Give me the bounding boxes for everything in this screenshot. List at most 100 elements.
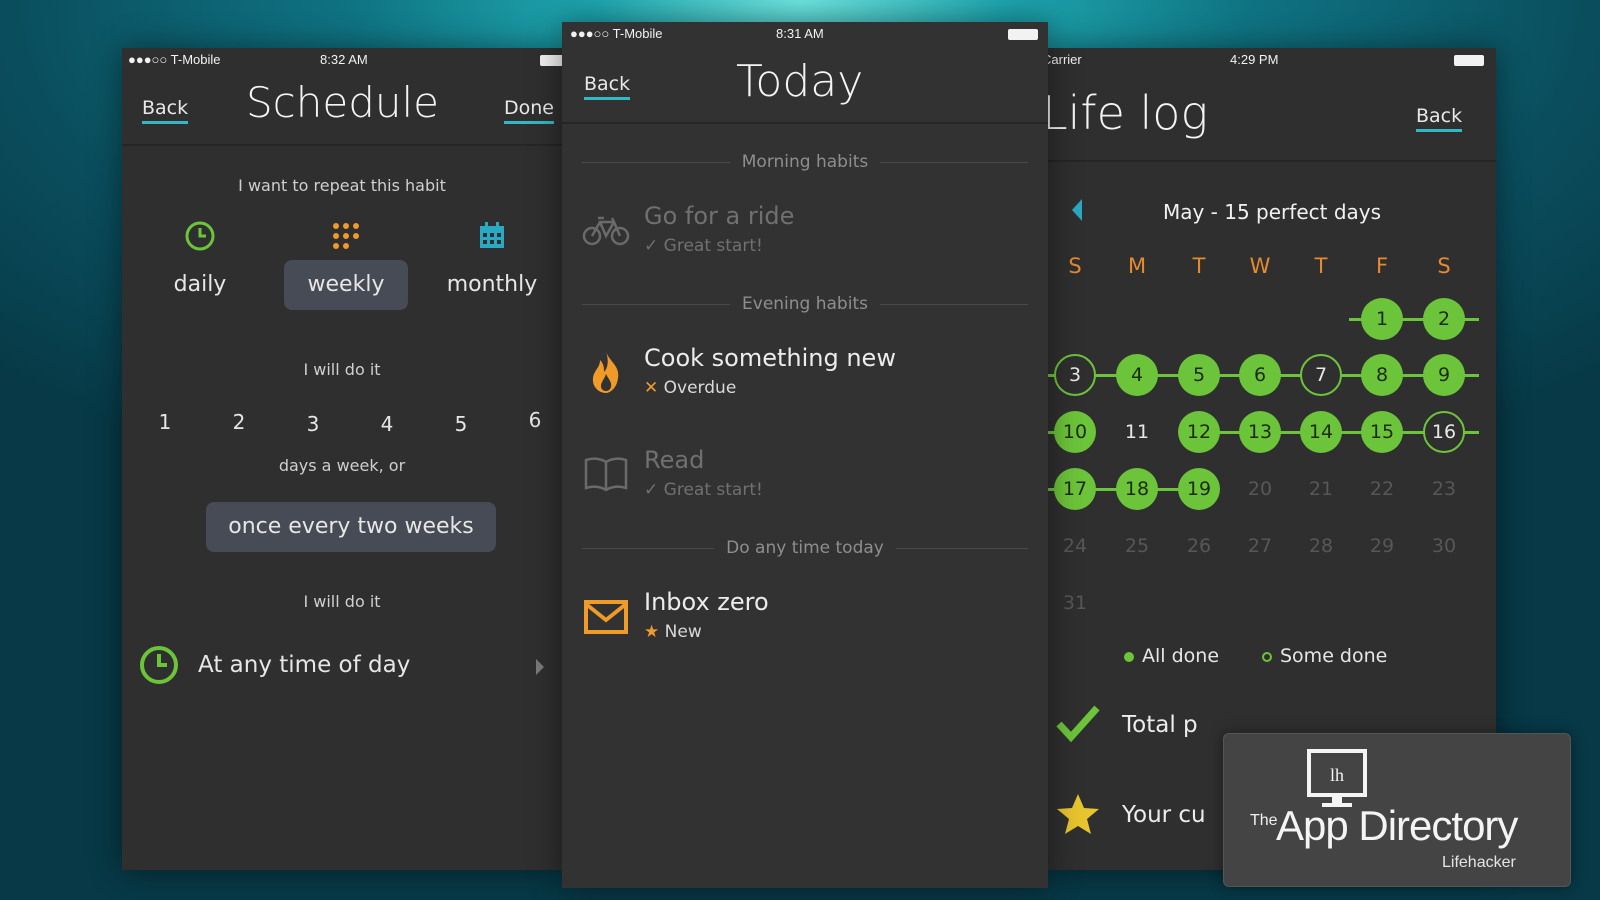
- status-time: 8:32 AM: [320, 52, 368, 67]
- day-count-option[interactable]: 6: [520, 408, 550, 432]
- battery-icon: [1008, 29, 1038, 40]
- calendar-day-21[interactable]: 21: [1300, 468, 1342, 510]
- badge-title: App Directory: [1276, 802, 1518, 849]
- envelope-icon: [584, 600, 628, 634]
- calendar-day-5[interactable]: 5: [1178, 354, 1220, 396]
- current-streak-label: Your cu: [1122, 802, 1206, 828]
- calendar-day-3[interactable]: 3: [1054, 354, 1096, 396]
- schedule-screen: ●●●○○ T-Mobile 8:32 AM Back Schedule Don…: [122, 48, 562, 870]
- weekday-label: S: [1068, 254, 1082, 278]
- habit-name: Go for a ride: [644, 202, 795, 230]
- back-button[interactable]: Back: [1416, 106, 1463, 132]
- time-section-label: I will do it: [303, 592, 381, 611]
- star-icon: ★: [644, 622, 665, 642]
- clock-icon: [140, 646, 178, 684]
- calendar-day-26[interactable]: 26: [1178, 525, 1220, 567]
- back-button[interactable]: Back: [142, 98, 189, 124]
- page-title: Schedule: [246, 78, 439, 127]
- habit-cook-something-new[interactable]: Cook something new ✕ Overdue: [582, 344, 1028, 424]
- calendar-day-10[interactable]: 10: [1054, 411, 1096, 453]
- header-divider: [562, 122, 1048, 124]
- interval-option-button[interactable]: once every two weeks: [206, 502, 496, 552]
- month-label: May - 15 perfect days: [1162, 200, 1382, 224]
- weekday-label: M: [1127, 254, 1147, 278]
- today-screen: ●●●○○ T-Mobile 8:31 AM Back Today Mornin…: [562, 22, 1048, 888]
- flame-icon: [592, 352, 619, 393]
- calendar-day-2[interactable]: 2: [1423, 298, 1465, 340]
- calendar-day-29[interactable]: 29: [1361, 525, 1403, 567]
- will-do-label: I will do it: [303, 360, 381, 379]
- habit-status: ★ New: [644, 622, 702, 642]
- status-time: 4:29 PM: [1230, 52, 1279, 67]
- weekday-label: W: [1249, 254, 1271, 278]
- calendar-day-16[interactable]: 16: [1423, 411, 1465, 453]
- status-bar: ●●●○○ T-Mobile 8:31 AM: [562, 22, 1048, 46]
- calendar-day-12[interactable]: 12: [1178, 411, 1220, 453]
- calendar-day-11[interactable]: 11: [1116, 411, 1158, 453]
- day-count-option[interactable]: 4: [372, 412, 402, 436]
- time-of-day-row[interactable]: At any time of day: [122, 638, 562, 690]
- calendar-day-1[interactable]: 1: [1361, 298, 1403, 340]
- repeat-label: I want to repeat this habit: [238, 176, 446, 195]
- calendar-day-14[interactable]: 14: [1300, 411, 1342, 453]
- check-icon: ✓: [644, 480, 664, 500]
- habit-status: ✓ Great start!: [644, 236, 763, 256]
- legend-some-done: Some done: [1262, 645, 1387, 667]
- frequency-monthly[interactable]: monthly: [430, 260, 554, 310]
- habit-go-for-a-ride[interactable]: Go for a ride ✓ Great start!: [582, 202, 1028, 282]
- calendar-day-13[interactable]: 13: [1239, 411, 1281, 453]
- day-count-option[interactable]: 3: [298, 412, 328, 436]
- header-divider: [122, 144, 562, 146]
- calendar-day-25[interactable]: 25: [1116, 525, 1158, 567]
- calendar-day-24[interactable]: 24: [1054, 525, 1096, 567]
- app-directory-badge: lh The App Directory Lifehacker: [1223, 733, 1571, 887]
- time-row-label: At any time of day: [198, 652, 411, 678]
- logo-text: lh: [1330, 765, 1344, 785]
- habit-inbox-zero[interactable]: Inbox zero ★ New: [582, 588, 1028, 668]
- day-count-option[interactable]: 2: [224, 410, 254, 434]
- calendar-day-27[interactable]: 27: [1239, 525, 1281, 567]
- weekday-label: S: [1437, 254, 1451, 278]
- habit-read[interactable]: Read ✓ Great start!: [582, 446, 1028, 526]
- calendar-day-8[interactable]: 8: [1361, 354, 1403, 396]
- weekday-label: T: [1314, 254, 1328, 278]
- calendar-day-17[interactable]: 17: [1054, 468, 1096, 510]
- calendar-day-4[interactable]: 4: [1116, 354, 1158, 396]
- section-header-evening: Evening habits: [582, 294, 1028, 314]
- clock-icon: [185, 221, 215, 251]
- check-icon: ✓: [644, 236, 664, 256]
- calendar-icon: [480, 222, 504, 248]
- bicycle-icon: [582, 216, 630, 246]
- calendar-day-31[interactable]: 31: [1054, 582, 1096, 624]
- habit-status: ✓ Great start!: [644, 480, 763, 500]
- dots-grid-icon: [333, 223, 359, 249]
- days-label: days a week, or: [278, 456, 406, 475]
- habit-name: Read: [644, 446, 705, 474]
- calendar-day-23[interactable]: 23: [1423, 468, 1465, 510]
- calendar-day-20[interactable]: 20: [1239, 468, 1281, 510]
- calendar-day-28[interactable]: 28: [1300, 525, 1342, 567]
- star-icon: [1057, 794, 1099, 834]
- calendar-day-18[interactable]: 18: [1116, 468, 1158, 510]
- section-title: Do any time today: [726, 538, 884, 558]
- frequency-weekly[interactable]: weekly: [284, 260, 408, 310]
- back-button[interactable]: Back: [584, 74, 631, 100]
- carrier-label: ●●●○○ T-Mobile: [128, 52, 221, 67]
- day-count-option[interactable]: 5: [446, 412, 476, 436]
- calendar-day-22[interactable]: 22: [1361, 468, 1403, 510]
- section-header-anytime: Do any time today: [582, 538, 1029, 558]
- total-perfect-days-label: Total p: [1122, 712, 1198, 738]
- calendar-day-15[interactable]: 15: [1361, 411, 1403, 453]
- book-icon: [584, 457, 628, 492]
- calendar-day-7[interactable]: 7: [1300, 354, 1342, 396]
- done-button[interactable]: Done: [504, 98, 554, 124]
- chevron-right-icon: [536, 659, 544, 675]
- calendar-day-6[interactable]: 6: [1239, 354, 1281, 396]
- status-bar: Carrier 4:29 PM: [1048, 48, 1496, 72]
- calendar-day-9[interactable]: 9: [1423, 354, 1465, 396]
- frequency-daily[interactable]: daily: [138, 260, 262, 310]
- day-count-option[interactable]: 1: [150, 410, 180, 434]
- weekday-label: T: [1192, 254, 1206, 278]
- calendar-day-19[interactable]: 19: [1178, 468, 1220, 510]
- calendar-day-30[interactable]: 30: [1423, 525, 1465, 567]
